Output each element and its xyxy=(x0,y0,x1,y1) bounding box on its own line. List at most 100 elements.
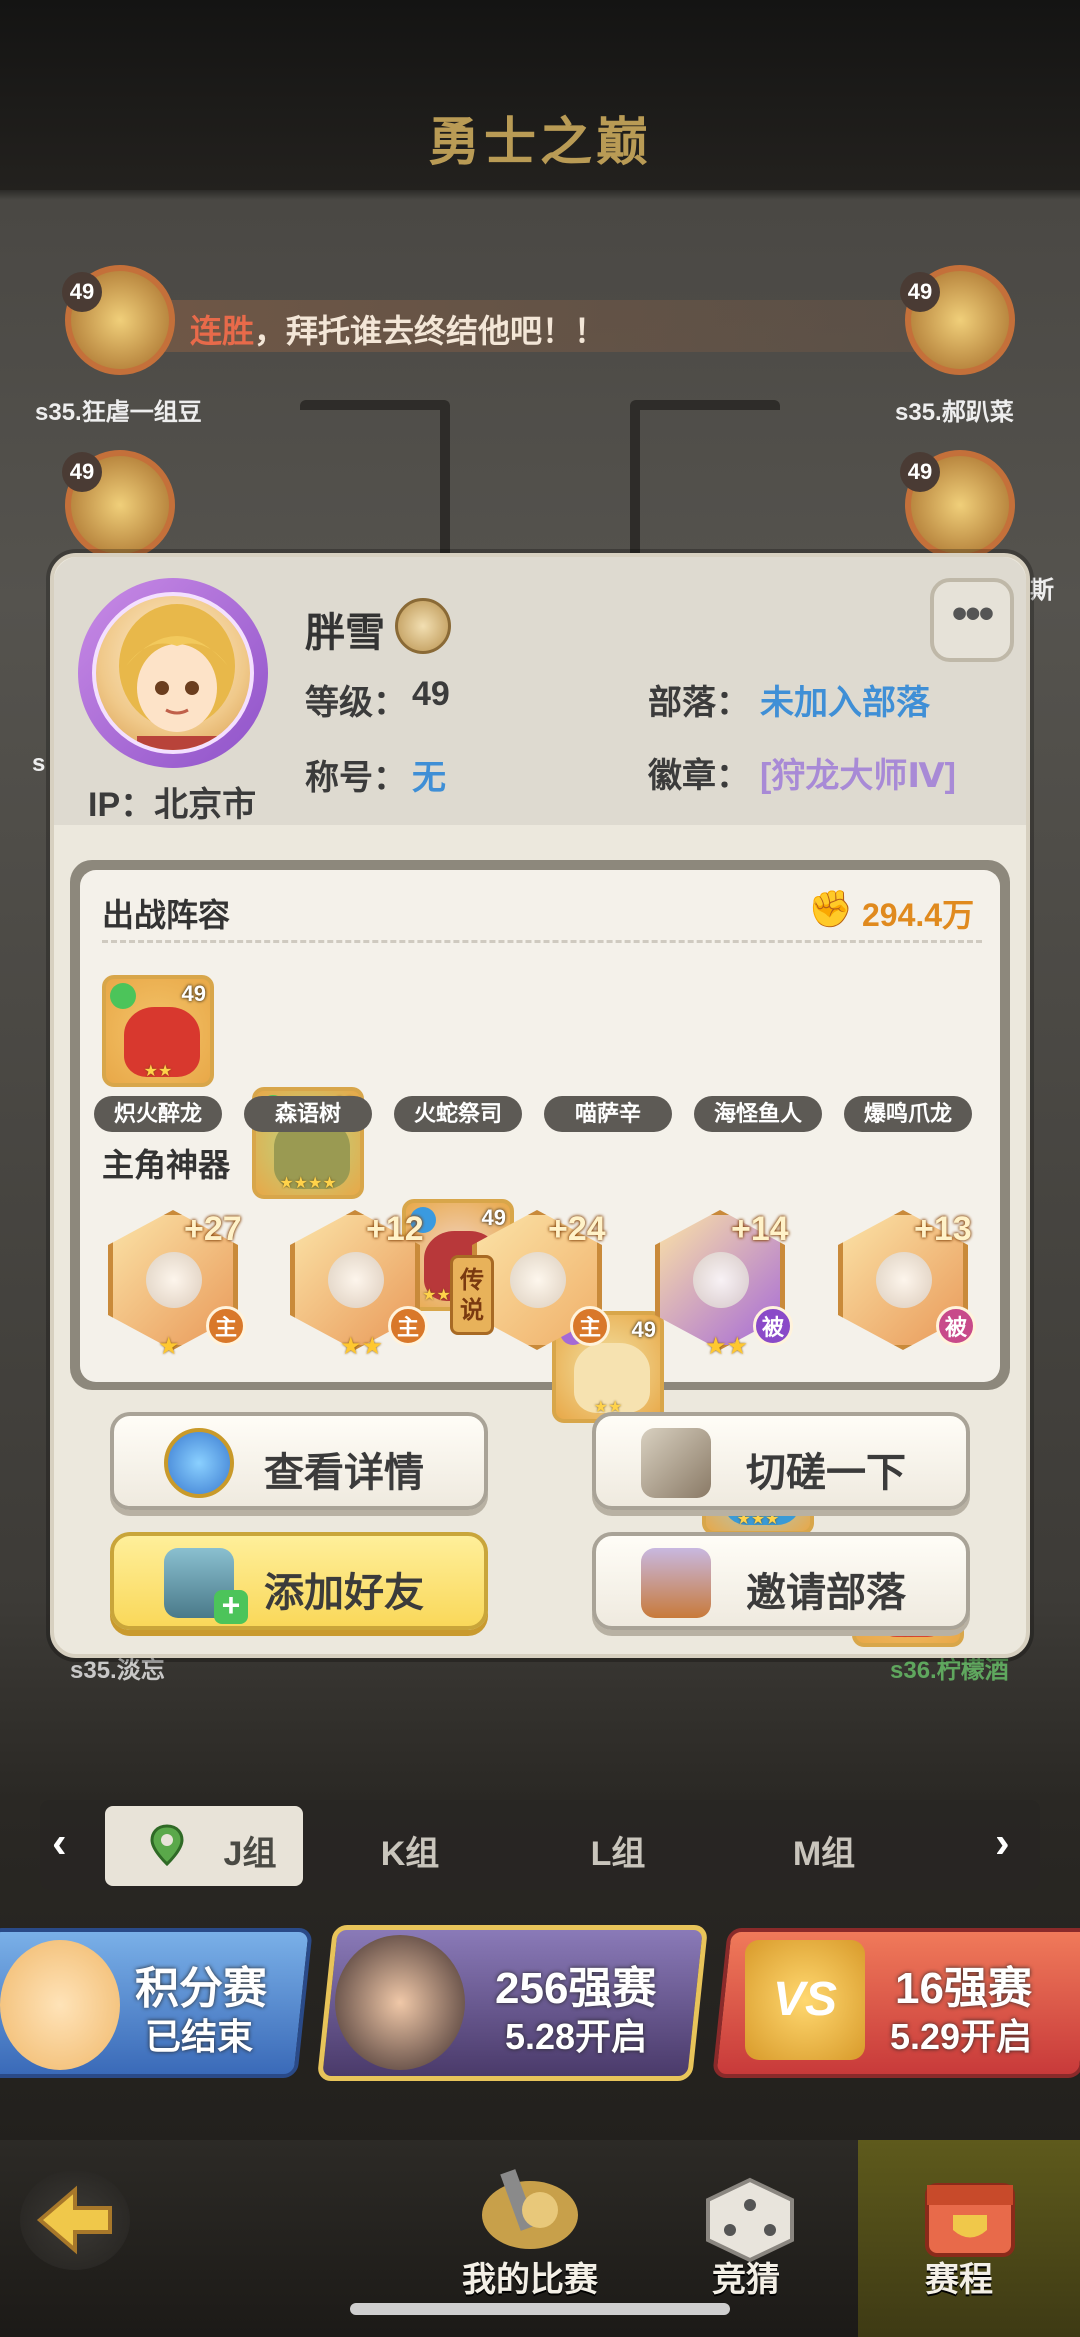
add-friend-button[interactable]: + 添加好友 xyxy=(110,1532,488,1630)
player-avatar[interactable] xyxy=(78,578,268,768)
hero-name: 海怪鱼人 xyxy=(694,1096,822,1132)
trophy-axe-icon xyxy=(482,2169,578,2249)
artifact-stars: ★★ xyxy=(340,1333,384,1360)
artifact-item[interactable]: +24 主 xyxy=(472,1210,622,1360)
level-label: 等级： xyxy=(305,684,407,722)
tribe-value: 未加入部落 xyxy=(760,684,930,722)
hero-name: 火蛇祭司 xyxy=(394,1096,522,1132)
invite-tribe-button[interactable]: 邀请部落 xyxy=(592,1532,970,1630)
element-icon xyxy=(110,983,136,1009)
artifact-enhance: +14 xyxy=(731,1210,789,1248)
artifact-enhance: +13 xyxy=(914,1210,972,1248)
artifact-icon xyxy=(693,1252,749,1308)
bracket-line xyxy=(630,400,780,570)
artifact-enhance: +12 xyxy=(366,1210,424,1248)
badge-label: 徽章： xyxy=(648,757,750,795)
artifact-enhance: +24 xyxy=(548,1210,606,1248)
artifact-enhance: +27 xyxy=(184,1210,242,1248)
view-details-button[interactable]: 查看详情 xyxy=(110,1412,488,1510)
opponent-name: s35.郝趴菜 xyxy=(895,399,1014,426)
back-button[interactable] xyxy=(20,2170,130,2270)
badge-value[interactable]: [狩龙大师Ⅳ] xyxy=(760,748,956,797)
level-value: 49 xyxy=(412,675,450,713)
bracket-line xyxy=(300,400,450,570)
event-status: 已结束 xyxy=(145,2016,254,2057)
tribe-label: 部落： xyxy=(648,684,750,722)
opponent-level: 49 xyxy=(900,272,940,312)
lineup-title: 出战阵容 xyxy=(102,897,231,933)
artifact-type-tag: 主 xyxy=(388,1306,428,1346)
chevron-left-icon[interactable]: ‹ xyxy=(52,1818,67,1868)
artifact-icon xyxy=(328,1252,384,1308)
page-title: 勇士之巅 xyxy=(427,114,652,172)
artifact-title: 主角神器 xyxy=(102,1147,231,1183)
hero-card[interactable]: 49 ★★ xyxy=(102,975,214,1087)
tab-group-m[interactable]: M组 xyxy=(724,1826,924,1875)
event-character-image xyxy=(335,1935,465,2070)
legendary-tag: 传说 xyxy=(450,1255,494,1335)
more-options-button[interactable]: ••• xyxy=(930,578,1014,662)
hero-stars: ★★★ xyxy=(736,1511,780,1528)
crossed-axes-icon xyxy=(641,1428,711,1498)
opponent-level: 49 xyxy=(62,452,102,492)
divider xyxy=(102,940,982,943)
artifact-type-tag: 被 xyxy=(936,1306,976,1346)
event-title: 积分赛 xyxy=(135,1964,267,2013)
hero-stars: ★★★★ xyxy=(279,1175,337,1192)
hero-stars: ★★ xyxy=(143,1063,173,1080)
tab-group-k[interactable]: K组 xyxy=(310,1826,510,1875)
tab-group-l[interactable]: L组 xyxy=(518,1826,718,1875)
title-value: 无 xyxy=(412,759,446,797)
hero-name: 喵萨辛 xyxy=(544,1096,672,1132)
nav-my-matches-label: 我的比赛 xyxy=(462,2261,598,2299)
title-label: 称号： xyxy=(305,759,407,797)
nav-schedule[interactable] xyxy=(915,2170,1025,2260)
back-arrow-icon xyxy=(36,2185,112,2255)
opponent-level: 49 xyxy=(62,272,102,312)
home-indicator xyxy=(350,2303,730,2315)
spar-button[interactable]: 切磋一下 xyxy=(592,1412,970,1510)
artifact-icon xyxy=(876,1252,932,1308)
artifact-type-tag: 被 xyxy=(753,1306,793,1346)
artifact-item[interactable]: +27 主 ★ xyxy=(108,1210,258,1360)
opponent-name: s35.狂虐一组豆 xyxy=(35,399,202,426)
artifact-type-tag: 主 xyxy=(206,1306,246,1346)
vs-crown-icon: VS xyxy=(745,1940,865,2060)
ip-location: IP：北京市 xyxy=(88,786,257,824)
calendar-trophy-icon xyxy=(925,2183,1015,2257)
player-name: 胖雪 xyxy=(305,611,385,655)
artifact-item[interactable]: +13 被 xyxy=(838,1210,988,1360)
magnifier-icon xyxy=(164,1428,234,1498)
event-title: 256强赛 xyxy=(495,1964,657,2013)
artifact-type-tag: 主 xyxy=(570,1306,610,1346)
power-fist-icon: ✊ xyxy=(808,888,853,929)
lion-badge-icon xyxy=(395,598,451,654)
nav-guess-label: 竞猜 xyxy=(712,2261,780,2299)
event-title: 16强赛 xyxy=(895,1964,1032,2013)
nav-my-matches[interactable] xyxy=(470,2160,590,2260)
hero-level: 49 xyxy=(181,981,206,1006)
event-status: 5.28开启 xyxy=(505,2016,648,2057)
event-character-image xyxy=(0,1940,120,2070)
artifact-item[interactable]: +14 被 ★★ xyxy=(655,1210,805,1360)
hero-level: 49 xyxy=(631,1317,656,1342)
hero-name: 爆鸣爪龙 xyxy=(844,1096,972,1132)
opponent-level: 49 xyxy=(900,452,940,492)
streak-banner-text: 连胜，拜托谁去终结他吧！！ xyxy=(190,313,607,349)
chevron-right-icon[interactable]: › xyxy=(995,1818,1010,1868)
artifact-item[interactable]: +12 主 ★★ xyxy=(290,1210,440,1360)
tribe-hut-icon xyxy=(641,1548,711,1618)
hero-name: 森语树 xyxy=(244,1096,372,1132)
combat-power: 294.4万 xyxy=(862,897,975,933)
opponent-name-partial: 斯 xyxy=(1030,577,1054,604)
artifact-stars: ★★ xyxy=(705,1333,749,1360)
artifact-stars: ★ xyxy=(158,1333,180,1360)
event-status: 5.29开启 xyxy=(890,2016,1033,2057)
artifact-icon xyxy=(510,1252,566,1308)
nav-schedule-label: 赛程 xyxy=(925,2261,993,2299)
hero-name: 炽火醉龙 xyxy=(94,1096,222,1132)
opponent-name-partial: s xyxy=(32,750,46,777)
plus-icon: + xyxy=(214,1589,248,1624)
player-portrait-icon xyxy=(119,604,235,750)
artifact-icon xyxy=(146,1252,202,1308)
